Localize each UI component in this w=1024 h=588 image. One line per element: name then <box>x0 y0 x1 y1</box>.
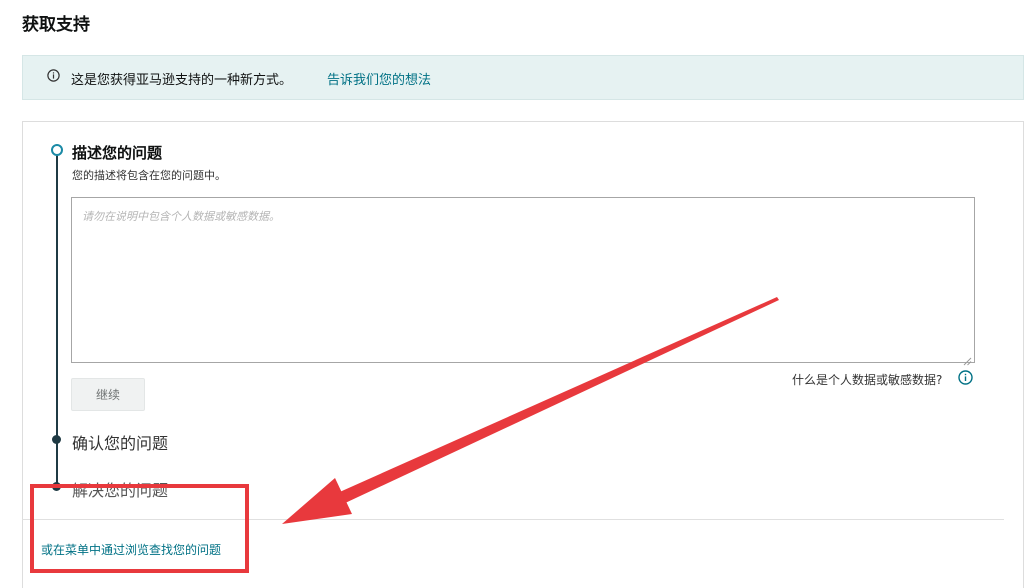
step-describe-subtitle: 您的描述将包含在您的问题中。 <box>72 169 226 182</box>
help-info-icon[interactable] <box>958 370 973 385</box>
banner-text: 这是您获得亚马逊支持的一种新方式。 <box>71 73 293 88</box>
resize-grip-icon[interactable] <box>963 351 972 366</box>
annotation-highlight-box <box>30 484 249 573</box>
feedback-link[interactable]: 告诉我们您的想法 <box>327 69 431 88</box>
info-banner: 这是您获得亚马逊支持的一种新方式。 告诉我们您的想法 <box>22 55 1024 100</box>
step-describe-title: 描述您的问题 <box>72 144 163 162</box>
step-marker <box>52 435 61 444</box>
issue-description-input[interactable] <box>71 197 975 363</box>
page-title: 获取支持 <box>22 15 90 35</box>
info-icon <box>47 69 60 82</box>
step-confirm-title: 确认您的问题 <box>72 434 169 453</box>
step-marker-active <box>51 144 63 156</box>
pii-help-text: 什么是个人数据或敏感数据? <box>792 373 943 387</box>
continue-button[interactable]: 继续 <box>71 378 145 411</box>
